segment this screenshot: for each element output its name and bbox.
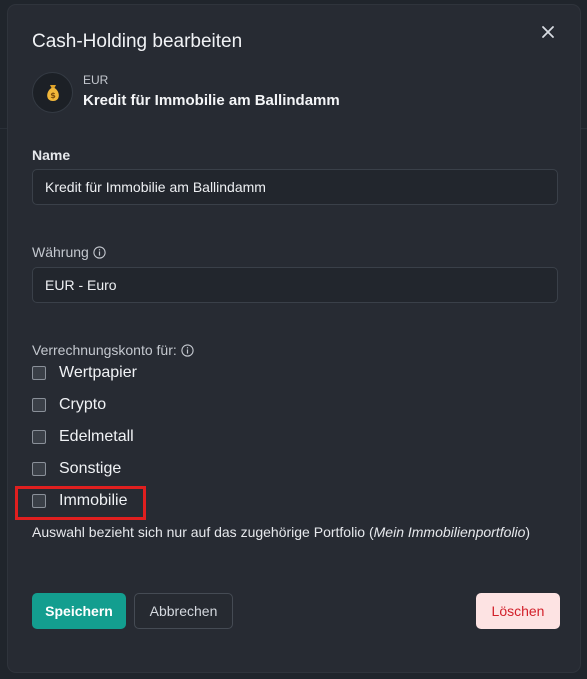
clearing-account-label: Verrechnungskonto für: xyxy=(32,342,177,358)
name-input[interactable]: Kredit für Immobilie am Ballindamm xyxy=(32,169,558,205)
checkbox-row-sonstige[interactable]: Sonstige xyxy=(32,460,121,478)
checkbox-label: Crypto xyxy=(59,396,107,413)
money-bag-icon: $ xyxy=(46,84,59,101)
checkbox-wertpapier[interactable] xyxy=(32,366,46,380)
background-divider xyxy=(0,128,8,129)
checkbox-row-edelmetall[interactable]: Edelmetall xyxy=(32,428,134,446)
background-divider xyxy=(580,128,587,129)
checkbox-edelmetall[interactable] xyxy=(32,430,46,444)
close-icon xyxy=(542,26,554,38)
checkbox-label: Edelmetall xyxy=(59,428,134,445)
edit-cash-holding-dialog: Cash-Holding bearbeiten $ EUR Kredit für… xyxy=(8,5,580,672)
clearing-label-row: Verrechnungskonto für: xyxy=(32,342,194,358)
checkbox-row-wertpapier[interactable]: Wertpapier xyxy=(32,364,137,382)
checkbox-label: Wertpapier xyxy=(59,364,137,381)
checkbox-label: Sonstige xyxy=(59,460,122,477)
note-text: Auswahl bezieht sich nur auf das zugehör… xyxy=(32,524,374,540)
holding-name: Kredit für Immobilie am Ballindamm xyxy=(83,92,340,109)
info-icon[interactable] xyxy=(93,246,106,259)
checkbox-crypto[interactable] xyxy=(32,398,46,412)
checkbox-row-crypto[interactable]: Crypto xyxy=(32,396,106,414)
close-button[interactable] xyxy=(537,21,559,43)
save-button[interactable]: Speichern xyxy=(32,593,126,629)
note-portfolio-name: Mein Immobilienportfolio xyxy=(373,524,526,540)
portfolio-note: Auswahl bezieht sich nur auf das zugehör… xyxy=(32,523,552,542)
holding-avatar: $ xyxy=(32,72,73,113)
currency-select-value: EUR - Euro xyxy=(45,277,117,293)
currency-label-row: Währung xyxy=(32,244,106,260)
currency-select[interactable]: EUR - Euro xyxy=(32,267,558,303)
info-icon[interactable] xyxy=(181,344,194,357)
holding-currency: EUR xyxy=(83,73,109,87)
dialog-title: Cash-Holding bearbeiten xyxy=(32,31,243,52)
currency-label: Währung xyxy=(32,244,89,260)
name-label: Name xyxy=(32,147,71,163)
cancel-button[interactable]: Abbrechen xyxy=(134,593,233,629)
name-input-value: Kredit für Immobilie am Ballindamm xyxy=(45,179,266,195)
delete-button[interactable]: Löschen xyxy=(476,593,560,629)
note-close-paren: ) xyxy=(525,524,531,540)
checkbox-sonstige[interactable] xyxy=(32,462,46,476)
svg-text:$: $ xyxy=(50,91,56,100)
highlight-box xyxy=(15,486,146,520)
